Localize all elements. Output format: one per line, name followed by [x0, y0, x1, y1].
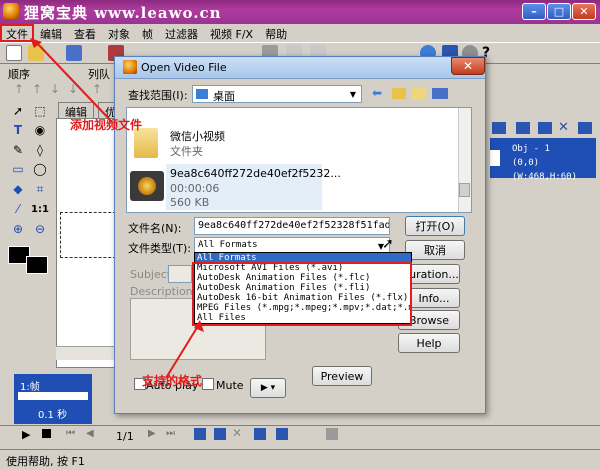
annotation-arrows	[30, 38, 204, 379]
add-video-arrow	[35, 41, 113, 123]
formats-arrow	[165, 325, 199, 379]
add-video-annotation: 添加视频文件	[70, 118, 143, 132]
formats-annotation: 支持的格式	[142, 374, 203, 388]
